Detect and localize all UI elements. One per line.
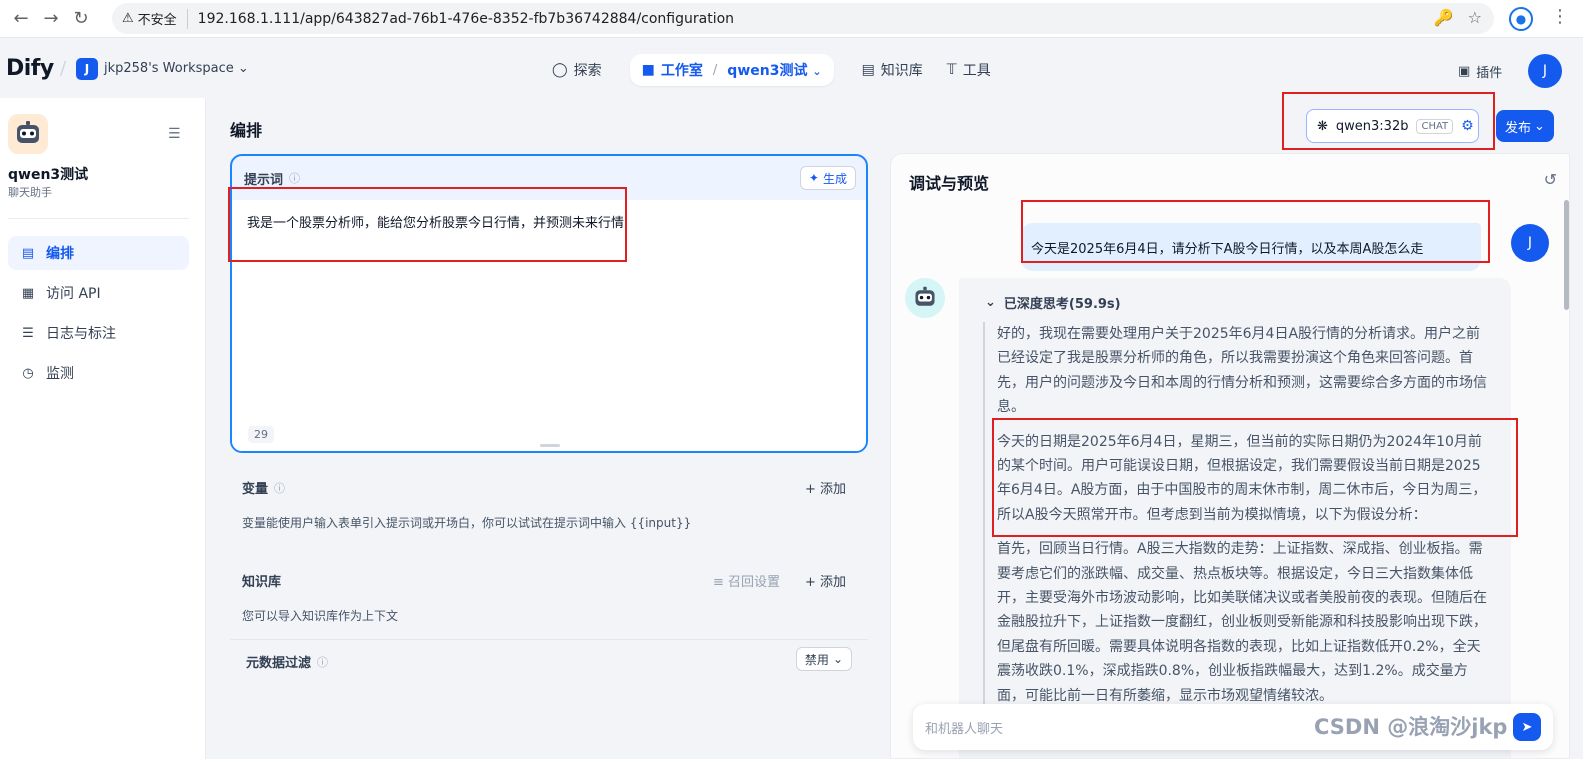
app-type: 聊天助手 bbox=[8, 186, 52, 199]
layout-icon: ▤ bbox=[21, 245, 35, 261]
sliders-icon: ≡ bbox=[712, 575, 724, 590]
sidebar-item-orchestrate[interactable]: ▤ 编排 bbox=[8, 236, 189, 270]
reload-icon[interactable]: ↻ bbox=[66, 4, 96, 34]
cube-icon: ▣ bbox=[1458, 64, 1471, 79]
refresh-icon[interactable]: ↺ bbox=[1544, 170, 1557, 189]
nav-studio[interactable]: ■ 工作室 / qwen3测试 ⌄ bbox=[629, 54, 834, 86]
add-knowledge-button[interactable]: + 添加 bbox=[805, 571, 846, 590]
forward-icon[interactable]: → bbox=[36, 4, 66, 34]
debug-title: 调试与预览 bbox=[909, 174, 990, 193]
thinking-toggle[interactable]: ⌄ 已深度思考(59.9s) bbox=[985, 293, 1121, 312]
divider bbox=[230, 639, 868, 640]
sidebar-item-api[interactable]: ▦ 访问 API bbox=[8, 276, 189, 310]
sparkle-icon: ✦ bbox=[808, 171, 819, 185]
annotation-box bbox=[1282, 92, 1495, 150]
robot-face-icon bbox=[915, 286, 935, 306]
sidebar-menu: ▤ 编排 ▦ 访问 API ☰ 日志与标注 ◷ 监测 bbox=[8, 236, 189, 396]
scrollbar[interactable] bbox=[1564, 200, 1569, 310]
chevron-down-icon: ⌄ bbox=[832, 652, 843, 666]
app-icon bbox=[8, 114, 48, 154]
plugins-button[interactable]: ▣ 插件 bbox=[1458, 62, 1502, 81]
dify-logo[interactable]: Dify bbox=[6, 56, 54, 81]
help-icon[interactable]: ⓘ bbox=[317, 654, 328, 670]
variables-panel: 变量 ⓘ + 添加 变量能使用户输入表单引入提示词或开场白，你可以试试在提示词中… bbox=[230, 462, 868, 546]
url-text: 192.168.1.111/app/643827ad-76b1-476e-835… bbox=[197, 10, 735, 27]
sidebar-divider bbox=[8, 218, 189, 219]
annotation-box bbox=[1021, 200, 1490, 263]
back-icon[interactable]: ← bbox=[6, 4, 36, 34]
send-icon[interactable]: ➤ bbox=[1513, 713, 1541, 741]
hammer-icon: 𝕋 bbox=[946, 62, 957, 78]
thinking-paragraph: 好的，我现在需要处理用户关于2025年6月4日A股行情的分析请求。用户之前已经设… bbox=[997, 326, 1487, 416]
plus-icon: + bbox=[804, 482, 816, 497]
metadata-filter-select[interactable]: 禁用 ⌄ bbox=[795, 647, 852, 671]
watermark: CSDN @浪淘沙jkp bbox=[1314, 715, 1508, 739]
insecure-indicator[interactable]: ⚠ 不安全 bbox=[122, 8, 188, 29]
resize-handle[interactable] bbox=[540, 444, 560, 447]
knowledge-description: 您可以导入知识库作为上下文 bbox=[242, 609, 399, 623]
app-title: qwen3测试 bbox=[8, 167, 89, 183]
generate-button[interactable]: ✦ 生成 bbox=[799, 166, 856, 190]
chevron-down-icon: ⌄ bbox=[812, 65, 822, 78]
warning-icon: ⚠ bbox=[122, 11, 134, 26]
annotation-box bbox=[992, 418, 1518, 537]
app-header: Dify / J jkp258's Workspace ⌄ ◯ 探索 ■ 工作室 … bbox=[0, 38, 1583, 98]
browser-menu-icon[interactable]: ⋮ bbox=[1551, 6, 1569, 27]
star-icon[interactable]: ☆ bbox=[1468, 8, 1482, 27]
chevron-down-icon: ⌄ bbox=[985, 295, 996, 310]
chevron-down-icon: ⌄ bbox=[237, 61, 249, 76]
plus-icon: + bbox=[804, 575, 816, 590]
nav-tools[interactable]: 𝕋 工具 bbox=[935, 54, 1003, 86]
publish-button[interactable]: 发布 ⌄ bbox=[1496, 110, 1554, 142]
browser-profile-icon[interactable]: ● bbox=[1509, 7, 1533, 31]
char-count: 29 bbox=[248, 426, 274, 443]
nav-explore[interactable]: ◯ 探索 bbox=[540, 54, 614, 86]
browser-toolbar: ← → ↻ ⚠ 不安全 192.168.1.111/app/643827ad-7… bbox=[0, 0, 1583, 38]
section-title: 编排 bbox=[230, 121, 263, 140]
book-icon: ▤ bbox=[861, 62, 875, 78]
thinking-paragraph: 首先，回顾当日行情。A股三大指数的走势：上证指数、深成指、创业板指。需要考虑它们… bbox=[997, 541, 1487, 704]
app-switcher[interactable]: qwen3测试 ⌄ bbox=[727, 60, 821, 80]
settings-sliders-icon[interactable]: ☰ bbox=[168, 126, 181, 142]
header-separator: / bbox=[60, 58, 67, 79]
dashboard-icon: ◷ bbox=[22, 365, 34, 381]
sidebar-item-logs[interactable]: ☰ 日志与标注 bbox=[8, 316, 189, 350]
annotation-box bbox=[228, 187, 627, 262]
key-icon[interactable]: 🔑 bbox=[1434, 8, 1454, 27]
address-bar[interactable]: ⚠ 不安全 192.168.1.111/app/643827ad-76b1-47… bbox=[112, 3, 1494, 34]
workspace-avatar[interactable]: J bbox=[76, 58, 98, 80]
variables-description: 变量能使用户输入表单引入提示词或开场白，你可以试试在提示词中输入 {{input… bbox=[242, 516, 692, 530]
bot-avatar bbox=[905, 278, 945, 318]
workspace-switcher[interactable]: jkp258's Workspace ⌄ bbox=[104, 61, 249, 76]
sidebar-item-monitor[interactable]: ◷ 监测 bbox=[8, 356, 189, 390]
compass-icon: ◯ bbox=[552, 62, 568, 78]
robot-icon: ■ bbox=[641, 62, 655, 78]
file-list-icon: ☰ bbox=[22, 325, 34, 341]
nav-knowledge[interactable]: ▤ 知识库 bbox=[850, 54, 935, 86]
chevron-down-icon: ⌄ bbox=[1534, 118, 1545, 134]
user-message-avatar: J bbox=[1511, 224, 1549, 262]
add-variable-button[interactable]: + 添加 bbox=[805, 478, 846, 497]
app-sidebar: ☰ qwen3测试 聊天助手 ▤ 编排 ▦ 访问 API ☰ 日志与标注 ◷ 监… bbox=[0, 98, 206, 759]
top-nav: ◯ 探索 ■ 工作室 / qwen3测试 ⌄ ▤ 知识库 𝕋 工具 bbox=[540, 54, 1003, 86]
help-icon[interactable]: ⓘ bbox=[289, 170, 300, 186]
knowledge-panel: 知识库 ≡ 召回设置 + 添加 您可以导入知识库作为上下文 元数据过滤 ⓘ 禁用… bbox=[230, 555, 868, 678]
recall-settings-button[interactable]: ≡ 召回设置 bbox=[713, 571, 780, 590]
robot-face-icon bbox=[17, 121, 39, 143]
help-icon[interactable]: ⓘ bbox=[274, 480, 285, 496]
terminal-icon: ▦ bbox=[21, 285, 35, 301]
user-avatar[interactable]: J bbox=[1528, 54, 1562, 88]
